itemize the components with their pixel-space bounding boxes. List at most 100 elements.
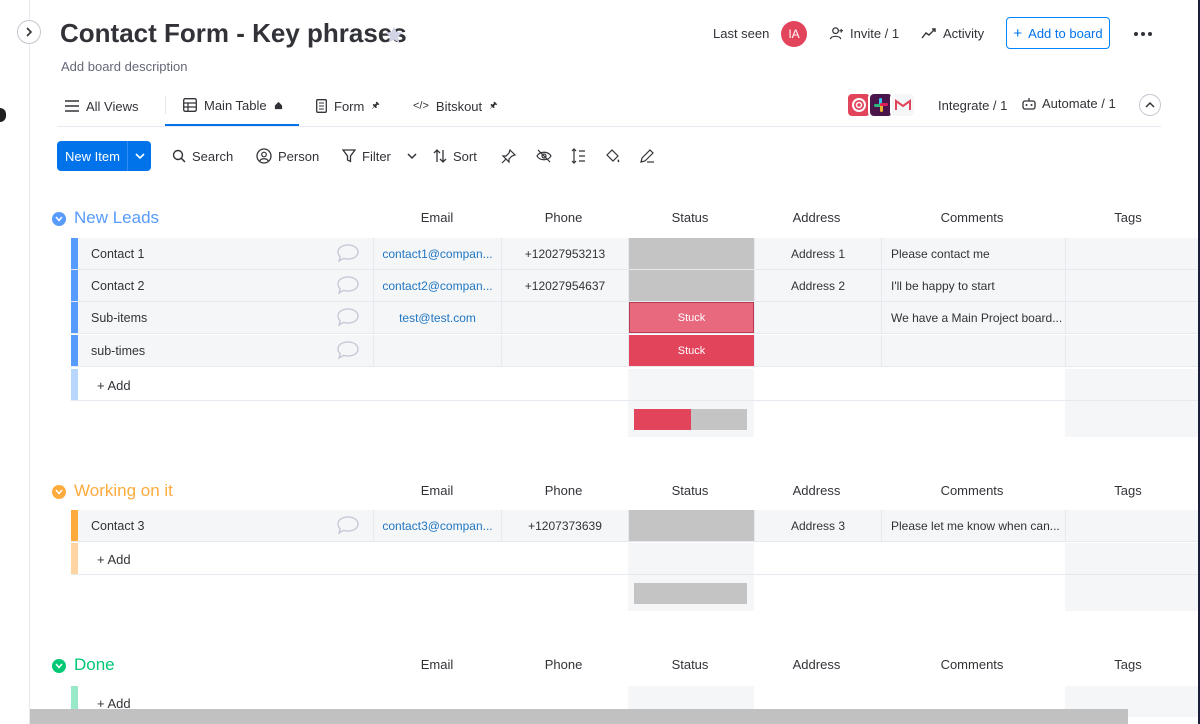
- hide-columns-button[interactable]: [536, 141, 552, 171]
- add-to-board-button[interactable]: + Add to board: [1006, 17, 1110, 49]
- edit-button[interactable]: [639, 141, 655, 171]
- avatar[interactable]: IA: [781, 21, 807, 47]
- status-cell[interactable]: [628, 238, 754, 269]
- chevron-down-icon[interactable]: [407, 152, 417, 160]
- status-cell[interactable]: Stuck: [628, 335, 754, 366]
- row-height-button[interactable]: [570, 141, 586, 171]
- comments-cell[interactable]: Please let me know when can...: [881, 510, 1065, 541]
- status-cell[interactable]: [628, 510, 754, 541]
- status-cell[interactable]: [628, 270, 754, 301]
- email-cell[interactable]: contact3@compan...: [373, 510, 501, 541]
- email-cell[interactable]: test@test.com: [373, 302, 501, 333]
- horizontal-scrollbar[interactable]: [30, 709, 1128, 724]
- color-fill-button[interactable]: [605, 141, 621, 171]
- group-collapse-button[interactable]: [52, 212, 66, 226]
- automate-button[interactable]: Automate / 1: [1022, 96, 1116, 111]
- column-header-tags[interactable]: Tags: [1064, 210, 1192, 225]
- table-row[interactable]: Sub-items test@test.com Stuck We have a …: [71, 302, 1200, 334]
- column-header-address[interactable]: Address: [753, 483, 880, 498]
- group-collapse-button[interactable]: [52, 659, 66, 673]
- collapse-header-button[interactable]: [1139, 94, 1161, 116]
- add-item-row[interactable]: + Add: [71, 543, 1200, 575]
- address-cell[interactable]: Address 2: [754, 270, 881, 301]
- new-item-button[interactable]: New Item: [57, 141, 151, 171]
- column-header-email[interactable]: Email: [373, 210, 501, 225]
- status-summary[interactable]: [628, 575, 754, 611]
- status-cell[interactable]: Stuck: [628, 302, 754, 333]
- address-cell[interactable]: [754, 335, 881, 366]
- column-header-status[interactable]: Status: [627, 210, 753, 225]
- table-row[interactable]: Contact 3 contact3@compan... +1207373639…: [71, 510, 1200, 542]
- column-header-tags[interactable]: Tags: [1064, 483, 1192, 498]
- add-item-label[interactable]: + Add: [97, 552, 131, 567]
- comments-cell[interactable]: [881, 335, 1065, 366]
- comments-cell[interactable]: Please contact me: [881, 238, 1065, 269]
- column-header-email[interactable]: Email: [373, 483, 501, 498]
- tags-cell[interactable]: [1065, 510, 1200, 541]
- group-title[interactable]: Done: [74, 655, 115, 675]
- tab-main-table[interactable]: Main Table: [165, 86, 299, 126]
- search-button[interactable]: Search: [172, 141, 233, 171]
- add-item-label[interactable]: + Add: [97, 378, 131, 393]
- more-options-icon[interactable]: [1133, 26, 1153, 42]
- new-item-dropdown-button[interactable]: [127, 141, 151, 171]
- item-name-cell[interactable]: sub-times: [78, 335, 373, 366]
- tags-cell[interactable]: [1065, 335, 1200, 366]
- column-header-status[interactable]: Status: [627, 657, 753, 672]
- comments-cell[interactable]: We have a Main Project board...: [881, 302, 1065, 333]
- table-row[interactable]: sub-times Stuck: [71, 335, 1200, 367]
- tab-form[interactable]: Form 🖈: [316, 86, 380, 126]
- integrate-button[interactable]: Integrate / 1: [846, 92, 1007, 118]
- email-cell[interactable]: [373, 335, 501, 366]
- comments-cell[interactable]: I'll be happy to start: [881, 270, 1065, 301]
- group-title[interactable]: New Leads: [74, 208, 159, 228]
- table-row[interactable]: Contact 1 contact1@compan... +1202795321…: [71, 238, 1200, 270]
- phone-cell[interactable]: [501, 335, 628, 366]
- item-name-cell[interactable]: Contact 1: [78, 238, 373, 269]
- comment-bubble-icon[interactable]: [336, 243, 360, 263]
- tab-bitskout[interactable]: </> Bitskout 🖈: [413, 86, 497, 126]
- item-name-cell[interactable]: Contact 2: [78, 270, 373, 301]
- comment-bubble-icon[interactable]: [336, 307, 360, 327]
- tab-all-views[interactable]: All Views: [65, 86, 139, 126]
- column-header-comments[interactable]: Comments: [880, 657, 1064, 672]
- phone-cell[interactable]: +1207373639: [501, 510, 628, 541]
- board-description[interactable]: Add board description: [61, 59, 187, 74]
- filter-button[interactable]: Filter: [342, 141, 417, 171]
- comment-bubble-icon[interactable]: [336, 515, 360, 535]
- table-row[interactable]: Contact 2 contact2@compan... +1202795463…: [71, 270, 1200, 302]
- tags-cell[interactable]: [1065, 302, 1200, 333]
- email-cell[interactable]: contact1@compan...: [373, 238, 501, 269]
- group-collapse-button[interactable]: [52, 485, 66, 499]
- pin-columns-button[interactable]: [501, 141, 516, 171]
- column-header-comments[interactable]: Comments: [880, 210, 1064, 225]
- add-item-row[interactable]: + Add: [71, 369, 1200, 401]
- tags-cell[interactable]: [1065, 238, 1200, 269]
- activity-button[interactable]: Activity: [921, 17, 984, 49]
- invite-button[interactable]: Invite / 1: [829, 17, 899, 49]
- comment-bubble-icon[interactable]: [336, 275, 360, 295]
- item-name-cell[interactable]: Contact 3: [78, 510, 373, 541]
- group-title[interactable]: Working on it: [74, 481, 173, 501]
- phone-cell[interactable]: +12027954637: [501, 270, 628, 301]
- star-icon[interactable]: [384, 25, 404, 45]
- column-header-address[interactable]: Address: [753, 210, 880, 225]
- column-header-address[interactable]: Address: [753, 657, 880, 672]
- item-name-cell[interactable]: Sub-items: [78, 302, 373, 333]
- address-cell[interactable]: Address 1: [754, 238, 881, 269]
- column-header-phone[interactable]: Phone: [500, 657, 627, 672]
- sort-button[interactable]: Sort: [433, 141, 477, 171]
- tags-cell[interactable]: [1065, 270, 1200, 301]
- expand-sidebar-button[interactable]: [17, 20, 41, 44]
- column-header-comments[interactable]: Comments: [880, 483, 1064, 498]
- column-header-email[interactable]: Email: [373, 657, 501, 672]
- phone-cell[interactable]: +12027953213: [501, 238, 628, 269]
- column-header-phone[interactable]: Phone: [500, 483, 627, 498]
- board-title[interactable]: Contact Form - Key phrases: [60, 18, 407, 49]
- column-header-tags[interactable]: Tags: [1064, 657, 1192, 672]
- column-header-phone[interactable]: Phone: [500, 210, 627, 225]
- comment-bubble-icon[interactable]: [336, 340, 360, 360]
- status-summary[interactable]: [628, 401, 754, 437]
- email-cell[interactable]: contact2@compan...: [373, 270, 501, 301]
- person-filter-button[interactable]: Person: [256, 141, 319, 171]
